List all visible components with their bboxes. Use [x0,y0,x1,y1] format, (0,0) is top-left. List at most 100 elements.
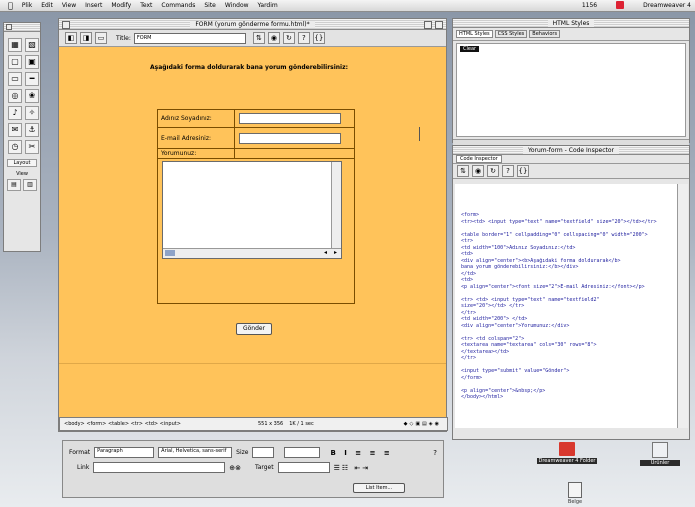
tab-css-styles[interactable]: CSS Styles [494,30,528,38]
launcher-icons[interactable]: ◆◇▣▤◈◉ [404,421,441,427]
shockwave-icon[interactable]: ✧ [25,106,39,120]
tab-html-styles[interactable]: HTML Styles [456,30,493,38]
form-icon[interactable]: ▣ [25,55,39,69]
code-view-icon[interactable]: ◧ [65,32,77,44]
html-styles-title: HTML Styles [547,19,595,27]
menu-item-commands[interactable]: Commands [161,2,195,9]
refresh-icon[interactable]: ↻ [282,32,295,44]
email-input[interactable] [239,132,341,144]
desktop-icon-label: Ürünler [640,460,680,466]
email-label: E-mail Adresiniz: [158,128,235,148]
code-inspector-titlebar[interactable]: Yorum-form - Code Inspector [453,146,689,155]
menu-item-window[interactable]: Window [225,2,249,9]
menu-item-view[interactable]: View [62,2,76,9]
page-divider [59,363,446,364]
list-indent-icons[interactable]: ☰☷ ⇤⇥ [334,464,371,472]
menu-item-modify[interactable]: Modify [111,2,131,9]
reference-icon[interactable]: ? [502,165,514,177]
form-table: Adınız Soyadınız: E-mail Adresiniz: Yoru… [157,109,355,304]
horizontal-scrollbar[interactable]: ◂ ▸ [163,248,341,258]
title-field-value: FORM [136,34,152,41]
prop-row-2: Link ⊕⊗ Target ☰☷ ⇤⇥ [63,458,443,473]
menu-item-help[interactable]: Yardim [258,2,278,9]
drive-icon [652,442,668,458]
file-management-icon[interactable]: ⇅ [457,165,469,177]
menu-item-text[interactable]: Text [140,2,152,9]
code-nav-icon[interactable]: {} [517,165,529,177]
collapse-box[interactable] [435,21,443,29]
desktop-icon[interactable]: Dreamweaver 4 Folder [537,442,597,464]
bold-italic-icons[interactable]: B I ≡ ≡ ≡ [330,449,392,457]
design-view-icon[interactable]: ▭ [95,32,107,44]
objects-palette: ▦ ▧ ▢ ▣ ▭ ━ ◎ ❀ ♪ ✧ ✉ ⚓ ◷ ✂ Layout View ▤ ▥ [3,22,41,252]
window-size[interactable]: 551 x 356 [258,421,283,427]
comment-textarea[interactable]: ◂ ▸ [162,161,342,259]
scroll-thumb[interactable] [165,250,175,256]
menu-item-insert[interactable]: Insert [85,2,102,9]
list-item-button[interactable]: List Item... [353,483,405,493]
code-area[interactable]: <form> <tr><td> <input type="text" name="… [455,184,677,428]
link-input[interactable] [93,462,226,473]
menu-bar:  Plik Edit View Insert Modify Text Comm… [0,0,695,12]
close-box[interactable] [62,21,70,29]
tools-grid: ▦ ▧ ▢ ▣ ▭ ━ ◎ ❀ ♪ ✧ ✉ ⚓ ◷ ✂ [4,32,40,157]
table-icon[interactable]: ▦ [8,38,22,52]
help-icon[interactable]: ? [433,449,437,457]
target-select[interactable] [277,462,330,473]
document-titlebar[interactable]: FORM (yorum gönderme formu.html)* [59,19,446,30]
app-switcher[interactable]: Dreamweaver 4 [643,2,691,9]
tab-behaviors[interactable]: Behaviors [529,30,561,38]
flash-icon[interactable]: ♪ [8,106,22,120]
point-to-file-icon[interactable]: ⊕⊗ [229,464,241,472]
close-box[interactable] [6,24,12,30]
menu-item-file[interactable]: Plik [22,2,32,9]
preview-icon[interactable]: ◉ [267,32,280,44]
name-input[interactable] [239,113,341,124]
menu-item-edit[interactable]: Edit [41,2,53,9]
image-icon[interactable]: ▢ [8,55,22,69]
layout-view-icon[interactable]: ▥ [23,179,37,191]
menu-item-site[interactable]: Site [204,2,216,9]
hr-icon[interactable]: ━ [25,72,39,86]
link-icon[interactable]: ❀ [25,89,39,103]
rollover-icon[interactable]: ◎ [8,89,22,103]
code-scrollbar[interactable] [677,184,688,428]
format-select[interactable]: Paragraph [94,447,155,458]
objects-palette-titlebar[interactable] [4,23,40,32]
font-select[interactable]: Arial, Helvetica, sans-serif [158,447,233,458]
submit-button[interactable]: Gönder [236,323,272,335]
zoom-box[interactable] [424,21,432,29]
anchor-icon[interactable]: ⚓ [25,123,39,137]
title-field[interactable]: FORM [133,32,246,44]
app-menu-icon[interactable] [616,1,625,9]
standard-view-icon[interactable]: ▤ [7,179,21,191]
title-field-label: Title: [116,34,131,42]
reference-icon[interactable]: ? [297,32,310,44]
frame-icon[interactable]: ▭ [8,72,22,86]
tag-selector[interactable]: <body> <form> <table> <tr> <td> <input> [64,421,244,427]
date-icon[interactable]: ◷ [8,140,22,154]
scroll-arrow-left-icon[interactable]: ◂ [324,249,327,256]
desktop-icon[interactable]: Belge [560,482,590,505]
refresh-icon[interactable]: ↻ [487,165,499,177]
document-toolbar: ◧ ◨ ▭ Title: FORM ⇅ ◉ ↻ ? {} [59,30,446,47]
code-nav-icon[interactable]: {} [312,32,325,44]
apple-menu-icon[interactable]:  [8,1,13,10]
desktop-icon[interactable]: Ürünler [640,442,680,466]
layer-icon[interactable]: ▧ [25,38,39,52]
vertical-scrollbar[interactable] [331,162,341,249]
scroll-arrow-right-icon[interactable]: ▸ [334,249,337,256]
page-canvas[interactable]: Aşağıdaki forma doldurarak bana yorum gö… [59,47,446,419]
size-select[interactable] [252,447,275,458]
color-field[interactable] [284,447,321,458]
email-icon[interactable]: ✉ [8,123,22,137]
file-management-icon[interactable]: ⇅ [252,32,265,44]
comment-icon[interactable]: ✂ [25,140,39,154]
style-item-clear[interactable]: Clear [460,46,480,52]
html-styles-titlebar[interactable]: HTML Styles [453,19,689,28]
code-line: <p align="center"><font size="2">E-mail … [461,283,645,290]
split-view-icon[interactable]: ◨ [80,32,92,44]
name-label: Adınız Soyadınız: [158,110,235,127]
preview-icon[interactable]: ◉ [472,165,484,177]
tab-code-inspector[interactable]: Code Inspector [456,155,502,163]
